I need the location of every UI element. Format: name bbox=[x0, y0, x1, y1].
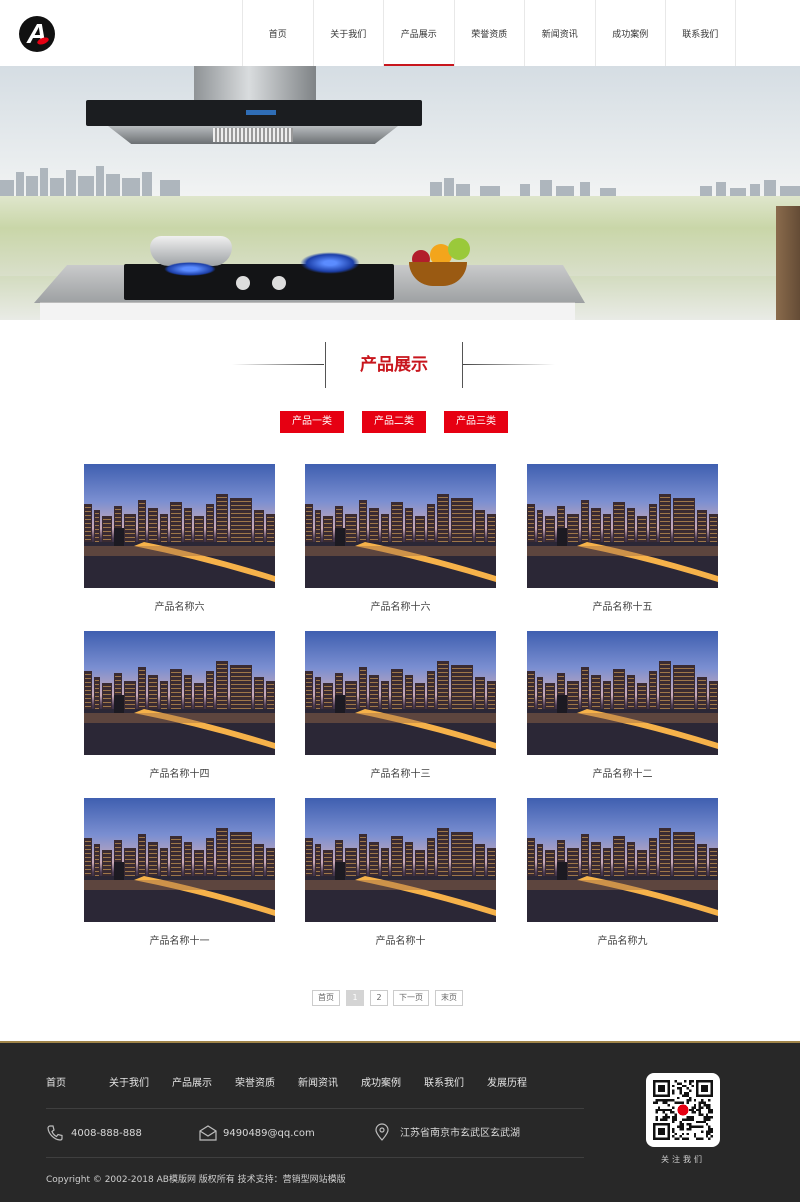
city-night-photo bbox=[84, 828, 275, 922]
location-pin-icon bbox=[375, 1123, 389, 1141]
burner-flame-left bbox=[164, 262, 216, 276]
envelope-icon bbox=[199, 1125, 217, 1141]
grass-field-graphic bbox=[0, 196, 800, 276]
range-hood-vent bbox=[213, 128, 293, 142]
product-name[interactable]: 产品名称十三 bbox=[305, 765, 496, 785]
category-button-3[interactable]: 产品三类 bbox=[444, 411, 508, 433]
burner-flame-right bbox=[300, 252, 360, 274]
range-hood-display bbox=[246, 110, 276, 115]
pagination-last[interactable]: 末页 bbox=[435, 990, 463, 1006]
city-night-photo bbox=[305, 828, 496, 922]
product-card[interactable]: 产品名称十三 bbox=[305, 631, 496, 785]
range-hood-chimney bbox=[194, 66, 316, 102]
pagination-page-1[interactable]: 1 bbox=[346, 990, 364, 1006]
product-image[interactable] bbox=[527, 631, 718, 755]
city-night-photo bbox=[305, 661, 496, 755]
product-name[interactable]: 产品名称六 bbox=[84, 598, 275, 618]
product-image[interactable] bbox=[305, 631, 496, 755]
nav-item-cases[interactable]: 成功案例 bbox=[594, 0, 666, 66]
site-logo[interactable]: A bbox=[19, 16, 55, 52]
product-image[interactable] bbox=[305, 798, 496, 922]
city-night-photo bbox=[84, 661, 275, 755]
product-name[interactable]: 产品名称十 bbox=[305, 932, 496, 952]
nav-item-news[interactable]: 新闻资讯 bbox=[524, 0, 595, 66]
product-card[interactable]: 产品名称十六 bbox=[305, 464, 496, 618]
product-card[interactable]: 产品名称十 bbox=[305, 798, 496, 952]
product-image[interactable] bbox=[527, 464, 718, 588]
nav-item-home[interactable]: 首页 bbox=[242, 0, 313, 66]
heading-line-right bbox=[463, 364, 555, 365]
product-image[interactable] bbox=[84, 631, 275, 755]
category-button-1[interactable]: 产品一类 bbox=[280, 411, 344, 433]
footer-email: 9490489@qq.com bbox=[223, 1128, 315, 1139]
nav-item-products[interactable]: 产品展示 bbox=[383, 0, 454, 66]
product-name[interactable]: 产品名称十一 bbox=[84, 932, 275, 952]
site-footer: 首页 关于我们 产品展示 荣誉资质 新闻资讯 成功案例 联系我们 发展历程 40… bbox=[0, 1041, 800, 1202]
product-image[interactable] bbox=[84, 464, 275, 588]
product-card[interactable]: 产品名称十五 bbox=[527, 464, 718, 618]
phone-icon bbox=[47, 1125, 63, 1141]
city-night-photo bbox=[527, 828, 718, 922]
product-image[interactable] bbox=[527, 798, 718, 922]
pagination-next[interactable]: 下一页 bbox=[393, 990, 429, 1006]
footer-copyright: Copyright © 2002-2018 AB模版网 版权所有 技术支持：营销… bbox=[46, 1175, 346, 1185]
footer-divider bbox=[46, 1157, 584, 1158]
footer-nav-history[interactable]: 发展历程 bbox=[487, 1074, 527, 1089]
city-night-photo bbox=[84, 494, 275, 588]
footer-nav-cases[interactable]: 成功案例 bbox=[361, 1074, 401, 1089]
nav-item-contact[interactable]: 联系我们 bbox=[665, 0, 736, 66]
hero-banner bbox=[0, 66, 800, 320]
site-header: A 首页 关于我们 产品展示 荣誉资质 新闻资讯 成功案例 联系我们 bbox=[0, 0, 800, 66]
wood-cabinet-graphic bbox=[776, 206, 800, 320]
product-card[interactable]: 产品名称十四 bbox=[84, 631, 275, 785]
product-card[interactable]: 产品名称九 bbox=[527, 798, 718, 952]
main-nav: 首页 关于我们 产品展示 荣誉资质 新闻资讯 成功案例 联系我们 bbox=[242, 0, 736, 66]
product-card[interactable]: 产品名称六 bbox=[84, 464, 275, 618]
kitchen-cabinet-front bbox=[40, 302, 575, 320]
cooktop-knob-left bbox=[236, 276, 250, 290]
city-night-photo bbox=[527, 494, 718, 588]
footer-nav-news[interactable]: 新闻资讯 bbox=[298, 1074, 338, 1089]
city-night-photo bbox=[527, 661, 718, 755]
product-card[interactable]: 产品名称十二 bbox=[527, 631, 718, 785]
footer-nav-home[interactable]: 首页 bbox=[46, 1074, 66, 1089]
footer-nav-products[interactable]: 产品展示 bbox=[172, 1074, 212, 1089]
footer-nav-contact[interactable]: 联系我们 bbox=[424, 1074, 464, 1089]
product-image[interactable] bbox=[84, 798, 275, 922]
footer-divider bbox=[46, 1108, 584, 1109]
section-heading: 产品展示 bbox=[0, 340, 800, 390]
fruit-graphic bbox=[448, 238, 470, 260]
product-card[interactable]: 产品名称十一 bbox=[84, 798, 275, 952]
qr-caption: 关注我们 bbox=[661, 1155, 705, 1164]
logo-letter-icon: A bbox=[26, 18, 48, 49]
nav-item-about[interactable]: 关于我们 bbox=[312, 0, 384, 66]
heading-line-left bbox=[232, 364, 324, 365]
product-name[interactable]: 产品名称十二 bbox=[527, 765, 718, 785]
city-skyline-graphic bbox=[0, 166, 800, 196]
product-image[interactable] bbox=[305, 464, 496, 588]
footer-phone: 4008-888-888 bbox=[71, 1128, 142, 1139]
pagination-page-2[interactable]: 2 bbox=[370, 990, 388, 1006]
section-title: 产品展示 bbox=[360, 355, 428, 375]
nav-item-honors[interactable]: 荣誉资质 bbox=[453, 0, 525, 66]
footer-address: 江苏省南京市玄武区玄武湖 bbox=[400, 1128, 520, 1139]
category-button-2[interactable]: 产品二类 bbox=[362, 411, 426, 433]
pagination-first[interactable]: 首页 bbox=[312, 990, 340, 1006]
qr-code-icon bbox=[653, 1080, 713, 1140]
footer-nav-about[interactable]: 关于我们 bbox=[109, 1074, 149, 1089]
city-night-photo bbox=[305, 494, 496, 588]
qr-code bbox=[646, 1073, 720, 1147]
product-name[interactable]: 产品名称十五 bbox=[527, 598, 718, 618]
product-name[interactable]: 产品名称九 bbox=[527, 932, 718, 952]
cooktop-knob-right bbox=[272, 276, 286, 290]
heading-divider-right bbox=[462, 342, 463, 388]
product-name[interactable]: 产品名称十六 bbox=[305, 598, 496, 618]
footer-nav-honors[interactable]: 荣誉资质 bbox=[235, 1074, 275, 1089]
product-name[interactable]: 产品名称十四 bbox=[84, 765, 275, 785]
